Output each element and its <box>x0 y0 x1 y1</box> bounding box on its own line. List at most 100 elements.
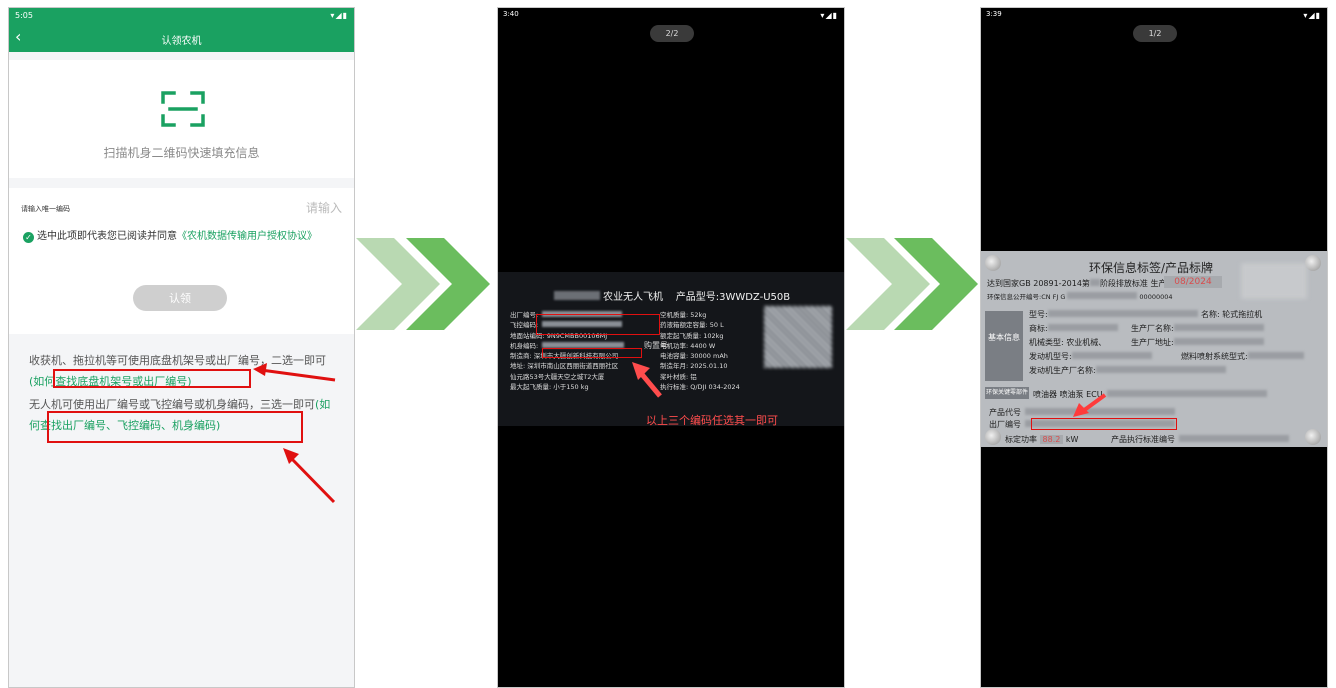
exec-standard-label: 产品执行标准编号 <box>1111 435 1175 444</box>
agreement-text: 选中此项即代表您已阅读并同意 <box>37 231 177 242</box>
field-battery: 电池容量: 30000 mAh <box>660 352 728 361</box>
status-time: 5:05 <box>15 11 33 20</box>
env-code-tail: 00000004 <box>1139 293 1173 301</box>
field-serial: 出厂编号: <box>510 311 539 319</box>
overlay-text: 购置号 <box>644 341 668 350</box>
row-brand: 商标: <box>1029 323 1118 334</box>
row-fuel-system: 燃料喷射系统型式: <box>1181 351 1304 362</box>
rivet-icon <box>1305 429 1321 445</box>
row-type: 机械类型: 农业机械、 <box>1029 338 1107 347</box>
row-exec-standard: 产品执行标准编号 <box>1111 434 1289 445</box>
nav-bar: ‹ 认领农机 <box>9 24 354 52</box>
model-label: 型号: <box>1029 310 1048 319</box>
qr-code-image <box>764 306 832 368</box>
row-injector: 喷油器 喷油泵 ECU <box>1033 389 1267 400</box>
power-value: 88.2 <box>1039 435 1064 444</box>
engine-maker-label: 发动机生产厂名称: <box>1029 366 1096 375</box>
env-code-label: 环保信息公开编号:CN FJ G <box>987 293 1066 301</box>
engine-model-label: 发动机型号: <box>1029 352 1072 361</box>
scan-qr-button[interactable]: 扫描机身二维码快速填充信息 <box>9 60 354 178</box>
product-category: 农业无人飞机 <box>603 292 663 303</box>
power-unit: kW <box>1065 435 1079 444</box>
image-pager: 1/2 <box>1133 25 1177 42</box>
unique-code-input[interactable] <box>212 201 342 215</box>
row-maker: 生产厂名称: <box>1131 323 1264 334</box>
product-model: 产品型号:3WWDZ-U50B <box>675 292 791 303</box>
phone-drone-nameplate: 3:40 ▾◢▮ 2/2 农业无人飞机 产品型号:3WWDZ-U50B 出厂编号… <box>497 7 845 688</box>
rivet-icon <box>985 255 1001 271</box>
nameplate-caption: 以上三个编码任选其一即可 <box>498 412 844 428</box>
row-model: 型号: <box>1029 309 1198 320</box>
field-rated-takeoff: 额定起飞质量: 102kg <box>660 331 724 340</box>
row-engine-maker: 发动机生产厂名称: <box>1029 365 1226 376</box>
chevron-right-icon <box>846 238 978 330</box>
field-propeller: 桨叶材质: 铝 <box>660 372 697 381</box>
row-engine-model: 发动机型号: <box>1029 351 1152 362</box>
agreement-link[interactable]: 《农机数据传输用户授权协议》 <box>177 231 317 242</box>
field-standard: 执行标准: Q/DJI 034-2024 <box>660 383 740 392</box>
production-date: 08/2024 <box>1164 276 1222 288</box>
rivet-icon <box>985 429 1001 445</box>
claim-button[interactable]: 认领 <box>133 285 227 311</box>
signal-battery-icon: ▾◢▮ <box>330 11 348 20</box>
code-field-label: 请输入唯一编码 <box>21 205 70 213</box>
highlight-box-serial <box>1031 418 1177 430</box>
scan-icon <box>161 91 205 127</box>
field-manufacture-date: 制造年月: 2025.01.10 <box>660 362 728 371</box>
claim-form: 请输入唯一编码 ✓选中此项即代表您已阅读并同意《农机数据传输用户授权协议》 认领 <box>9 188 354 334</box>
signal-battery-icon: ▾◢▮ <box>1303 11 1321 20</box>
row-name: 名称: 轮式拖拉机 <box>1201 310 1263 319</box>
red-arrow-icon <box>253 363 336 382</box>
product-code-label: 产品代号 <box>989 408 1021 417</box>
row-power: 标定功率 88.2 kW <box>1005 434 1078 445</box>
red-arrow-icon <box>1073 393 1107 417</box>
tutorial-canvas: 5:05 ▾◢▮ ‹ 认领农机 扫描机身二维码快速填充信息 请输入唯一编码 ✓选… <box>0 0 1336 688</box>
field-empty-weight: 空机质量: 52kg <box>660 311 707 319</box>
help-drone-text: 无人机可使用出厂编号或飞控编号或机身编码，三选一即可 <box>29 398 315 411</box>
status-time: 3:40 <box>503 10 519 18</box>
help-section: 收获机、拖拉机等可使用底盘机架号或出厂编号，二选一即可(如何查找底盘机架号或出厂… <box>9 342 354 687</box>
scan-hint: 扫描机身二维码快速填充信息 <box>103 146 260 160</box>
field-motor-power: 电机功率: 4400 W <box>660 341 716 350</box>
highlight-box-body-code <box>542 348 642 358</box>
page-title: 认领农机 <box>161 36 202 47</box>
fuel-system-label: 燃料喷射系统型式: <box>1181 352 1248 361</box>
rivet-icon <box>1305 255 1321 271</box>
env-parts-label: 环保关键零部件 <box>985 387 1029 399</box>
tractor-nameplate-image: 环保信息标签/产品标牌 达到国家GB 20891-2014第 阶段排放标准 生产日… <box>981 251 1327 447</box>
status-bar: 3:39 ▾◢▮ <box>981 8 1327 22</box>
field-tank-capacity: 药液箱额定容量: 50 L <box>660 321 724 330</box>
basic-info-label: 基本信息 <box>985 311 1023 381</box>
redacted-brand <box>554 291 600 300</box>
chevron-right-icon <box>356 238 490 330</box>
signal-battery-icon: ▾◢▮ <box>820 11 838 20</box>
caption-text: 以上三个编码任选其一即可 <box>646 414 778 427</box>
power-label: 标定功率 <box>1005 435 1037 444</box>
maker-label: 生产厂名称: <box>1131 324 1174 333</box>
field-body-code: 机身编码: <box>510 341 539 350</box>
serial-label: 出厂编号 <box>989 420 1021 429</box>
row-emission-standard: 达到国家GB 20891-2014第 阶段排放标准 生产日期 <box>987 278 1182 289</box>
phone-tractor-nameplate: 3:39 ▾◢▮ 1/2 环保信息标签/产品标牌 达到国家GB 20891-20… <box>980 7 1328 688</box>
red-arrow-icon <box>632 362 662 398</box>
nameplate-title: 环保信息标签/产品标牌 <box>1089 261 1214 275</box>
image-pager: 2/2 <box>650 25 694 42</box>
brand-label: 商标: <box>1029 324 1048 333</box>
drone-nameplate-image: 农业无人飞机 产品型号:3WWDZ-U50B 出厂编号: 飞控编码: 地面站编码… <box>498 272 844 428</box>
status-time: 3:39 <box>986 10 1002 18</box>
agreement-row[interactable]: ✓ 选中此项即代表您已阅读并同意《农机数据传输用户授权协议》 <box>23 228 341 245</box>
status-bar: 3:40 ▾◢▮ <box>498 8 844 22</box>
highlight-box-serial-codes <box>536 314 660 335</box>
emission-standard-text: 达到国家GB 20891-2014第 <box>987 279 1090 288</box>
address-label: 生产厂地址: <box>1131 338 1174 347</box>
redacted-qr <box>1241 263 1307 299</box>
nameplate-title: 农业无人飞机 产品型号:3WWDZ-U50B <box>554 288 790 303</box>
nameplate-right-column: 空机质量: 52kg 药液箱额定容量: 50 L 额定起飞质量: 102kg 电… <box>660 310 770 392</box>
highlight-box-drone-link <box>47 411 303 443</box>
status-bar: 5:05 ▾◢▮ <box>9 8 354 24</box>
row-address: 生产厂地址: <box>1131 337 1264 348</box>
red-arrow-icon <box>283 448 336 504</box>
checkmark-icon[interactable]: ✓ <box>23 232 34 243</box>
highlight-box-harvester-link <box>53 369 251 388</box>
row-env-code: 环保信息公开编号:CN FJ G 00000004 <box>987 291 1173 301</box>
